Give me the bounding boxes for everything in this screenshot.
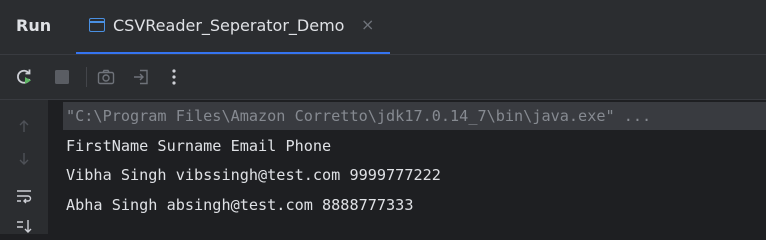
console-output[interactable]: "C:\Program Files\Amazon Corretto\jdk17.…	[48, 100, 766, 234]
rerun-icon	[17, 69, 31, 84]
sort-button[interactable]	[12, 214, 36, 238]
scroll-up-button[interactable]	[12, 114, 36, 138]
arrow-down-icon	[19, 153, 29, 165]
exit-button[interactable]	[129, 65, 153, 89]
exit-icon	[134, 69, 148, 85]
run-tool-window-header: Run CSVReader_Seperator_Demo ×	[0, 0, 766, 55]
soft-wrap-icon	[17, 190, 32, 204]
tab-csvreader-seperator-demo[interactable]: CSVReader_Seperator_Demo ×	[76, 0, 390, 54]
console-line-row-1: Vibha Singh vibssingh@test.com 999977722…	[66, 166, 441, 184]
run-toolbar	[0, 55, 766, 100]
soft-wrap-button[interactable]	[12, 184, 36, 208]
rerun-button[interactable]	[12, 65, 36, 89]
camera-icon	[97, 69, 115, 85]
arrow-up-icon	[19, 120, 29, 132]
console-line-header: FirstName Surname Email Phone	[66, 137, 332, 155]
close-icon[interactable]: ×	[361, 15, 374, 34]
run-panel-title: Run	[16, 16, 52, 35]
console-gutter	[0, 100, 48, 234]
more-options-icon	[172, 69, 176, 85]
sort-icon	[17, 220, 32, 233]
more-options-button[interactable]	[162, 65, 186, 89]
screenshot-button[interactable]	[94, 65, 118, 89]
window-icon	[89, 18, 105, 32]
console-line-row-2: Abha Singh absingh@test.com 8888777333	[66, 196, 414, 214]
tab-label: CSVReader_Seperator_Demo	[113, 16, 345, 35]
stop-icon	[55, 70, 69, 84]
toolbar-separator	[86, 67, 87, 87]
scroll-down-button[interactable]	[12, 147, 36, 171]
stop-button[interactable]	[50, 65, 74, 89]
console-line-command: "C:\Program Files\Amazon Corretto\jdk17.…	[66, 107, 652, 125]
